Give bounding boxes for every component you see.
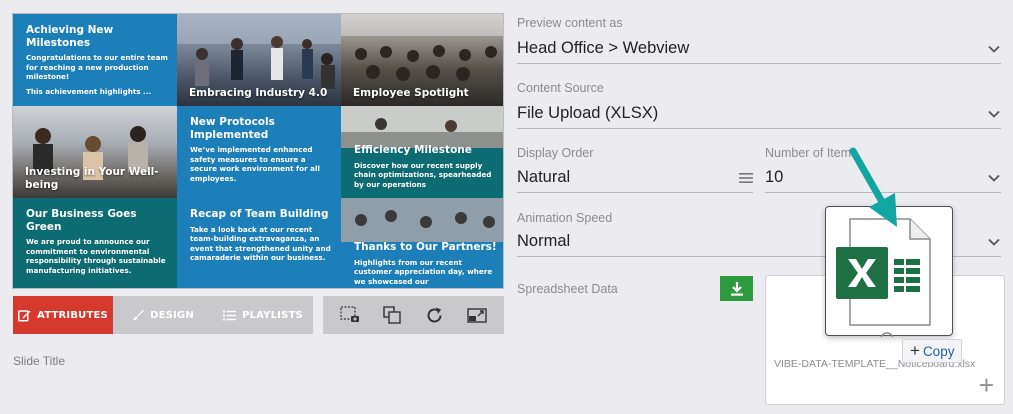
layers-button[interactable] xyxy=(379,302,405,328)
preview-toolbar xyxy=(323,296,504,334)
preview-as-select[interactable]: Head Office > Webview xyxy=(517,34,1001,64)
tab-design[interactable]: DESIGN xyxy=(113,296,213,334)
popout-icon xyxy=(467,308,487,323)
animation-speed-value: Normal xyxy=(517,232,571,250)
partners-photo-strip xyxy=(341,198,503,242)
animation-speed-label: Animation Speed xyxy=(517,211,613,225)
tile-title: New Protocols Implemented xyxy=(190,116,275,141)
arrow-icon xyxy=(849,147,897,227)
tile-title: Achieving New Milestones xyxy=(26,24,114,49)
tile-caption: Embracing Industry 4.0 xyxy=(189,86,328,99)
tile-investing-wellbeing: Investing in Your Well-being xyxy=(13,106,177,198)
add-file-button[interactable]: + xyxy=(979,372,994,398)
plus-icon: + xyxy=(910,341,920,360)
brush-icon xyxy=(132,309,144,321)
tab-design-label: DESIGN xyxy=(150,309,194,321)
tile-new-protocols: New Protocols Implemented We’ve implemen… xyxy=(177,106,341,198)
tile-body: We’ve implemented enhanced safety measur… xyxy=(190,145,320,183)
tile-employee-spotlight: Employee Spotlight xyxy=(341,14,503,106)
download-template-button[interactable] xyxy=(720,276,753,301)
display-order-label: Display Order xyxy=(517,146,594,160)
tile-title: Recap of Team Building xyxy=(190,208,329,220)
preview-as-label: Preview content as xyxy=(517,16,623,30)
slide-preview: Achieving New Milestones Congratulations… xyxy=(12,13,504,289)
tile-title: Our Business Goes Green xyxy=(26,208,137,233)
copy-label: Copy xyxy=(922,343,955,359)
slide-title-label: Slide Title xyxy=(13,354,66,368)
layers-icon xyxy=(383,306,402,324)
tile-caption: Employee Spotlight xyxy=(353,86,469,99)
chevron-down-icon xyxy=(988,45,1000,53)
edit-icon xyxy=(18,309,31,322)
chevron-down-icon xyxy=(988,110,1000,118)
tab-attributes[interactable]: ATTRIBUTES xyxy=(13,296,113,334)
content-source-value: File Upload (XLSX) xyxy=(517,104,659,122)
tile-body: We are proud to announce our commitment … xyxy=(26,237,166,275)
display-order-select[interactable]: Natural xyxy=(517,163,753,193)
tile-achieving-milestones: Achieving New Milestones Congratulations… xyxy=(13,14,177,106)
snapshot-button[interactable] xyxy=(337,302,363,328)
tile-team-building: Recap of Team Building Take a look back … xyxy=(177,198,341,288)
popout-button[interactable] xyxy=(464,302,490,328)
tab-playlists[interactable]: PLAYLISTS xyxy=(213,296,313,334)
tile-thanks-partners: Thanks to Our Partners! Highlights from … xyxy=(341,198,503,288)
screenshot-icon xyxy=(340,306,360,322)
tile-efficiency-milestone: Efficiency Milestone Discover how our re… xyxy=(341,106,503,198)
tab-playlists-label: PLAYLISTS xyxy=(242,309,303,321)
number-items-label: Number of Items xyxy=(765,146,858,160)
chevron-down-icon xyxy=(988,238,1000,246)
refresh-icon xyxy=(427,307,442,322)
office-photo-strip xyxy=(341,106,503,148)
tile-business-green: Our Business Goes Green We are proud to … xyxy=(13,198,177,288)
tile-body: Discover how our recent supply chain opt… xyxy=(354,160,492,189)
content-source-label: Content Source xyxy=(517,81,604,95)
display-order-value: Natural xyxy=(517,168,571,186)
tile-body: Take a look back at our recent team-buil… xyxy=(190,224,331,263)
copy-badge: + Copy xyxy=(902,339,963,363)
reorder-icon xyxy=(739,172,753,183)
list-icon xyxy=(223,310,237,320)
tile-body: Highlights from our recent customer appr… xyxy=(354,257,493,286)
tile-embracing-industry: Embracing Industry 4.0 xyxy=(177,14,341,106)
chevron-down-icon xyxy=(988,174,1000,182)
tile-title: Thanks to Our Partners! xyxy=(354,241,497,253)
spreadsheet-label: Spreadsheet Data xyxy=(517,282,618,296)
tile-title: Efficiency Milestone xyxy=(354,144,472,156)
number-items-value: 10 xyxy=(765,168,784,186)
tab-attributes-label: ATTRIBUTES xyxy=(37,309,108,321)
tile-caption: Investing in Your Well-being xyxy=(25,166,159,191)
editor-tabs: ATTRIBUTES DESIGN PLAYLISTS xyxy=(13,296,313,334)
download-icon xyxy=(730,281,743,296)
tile-body: Congratulations to our entire team for r… xyxy=(26,53,168,82)
content-source-select[interactable]: File Upload (XLSX) xyxy=(517,99,1001,129)
preview-as-value: Head Office > Webview xyxy=(517,39,690,57)
refresh-button[interactable] xyxy=(422,302,448,328)
tile-extra: This achievement highlights ... xyxy=(26,86,152,96)
